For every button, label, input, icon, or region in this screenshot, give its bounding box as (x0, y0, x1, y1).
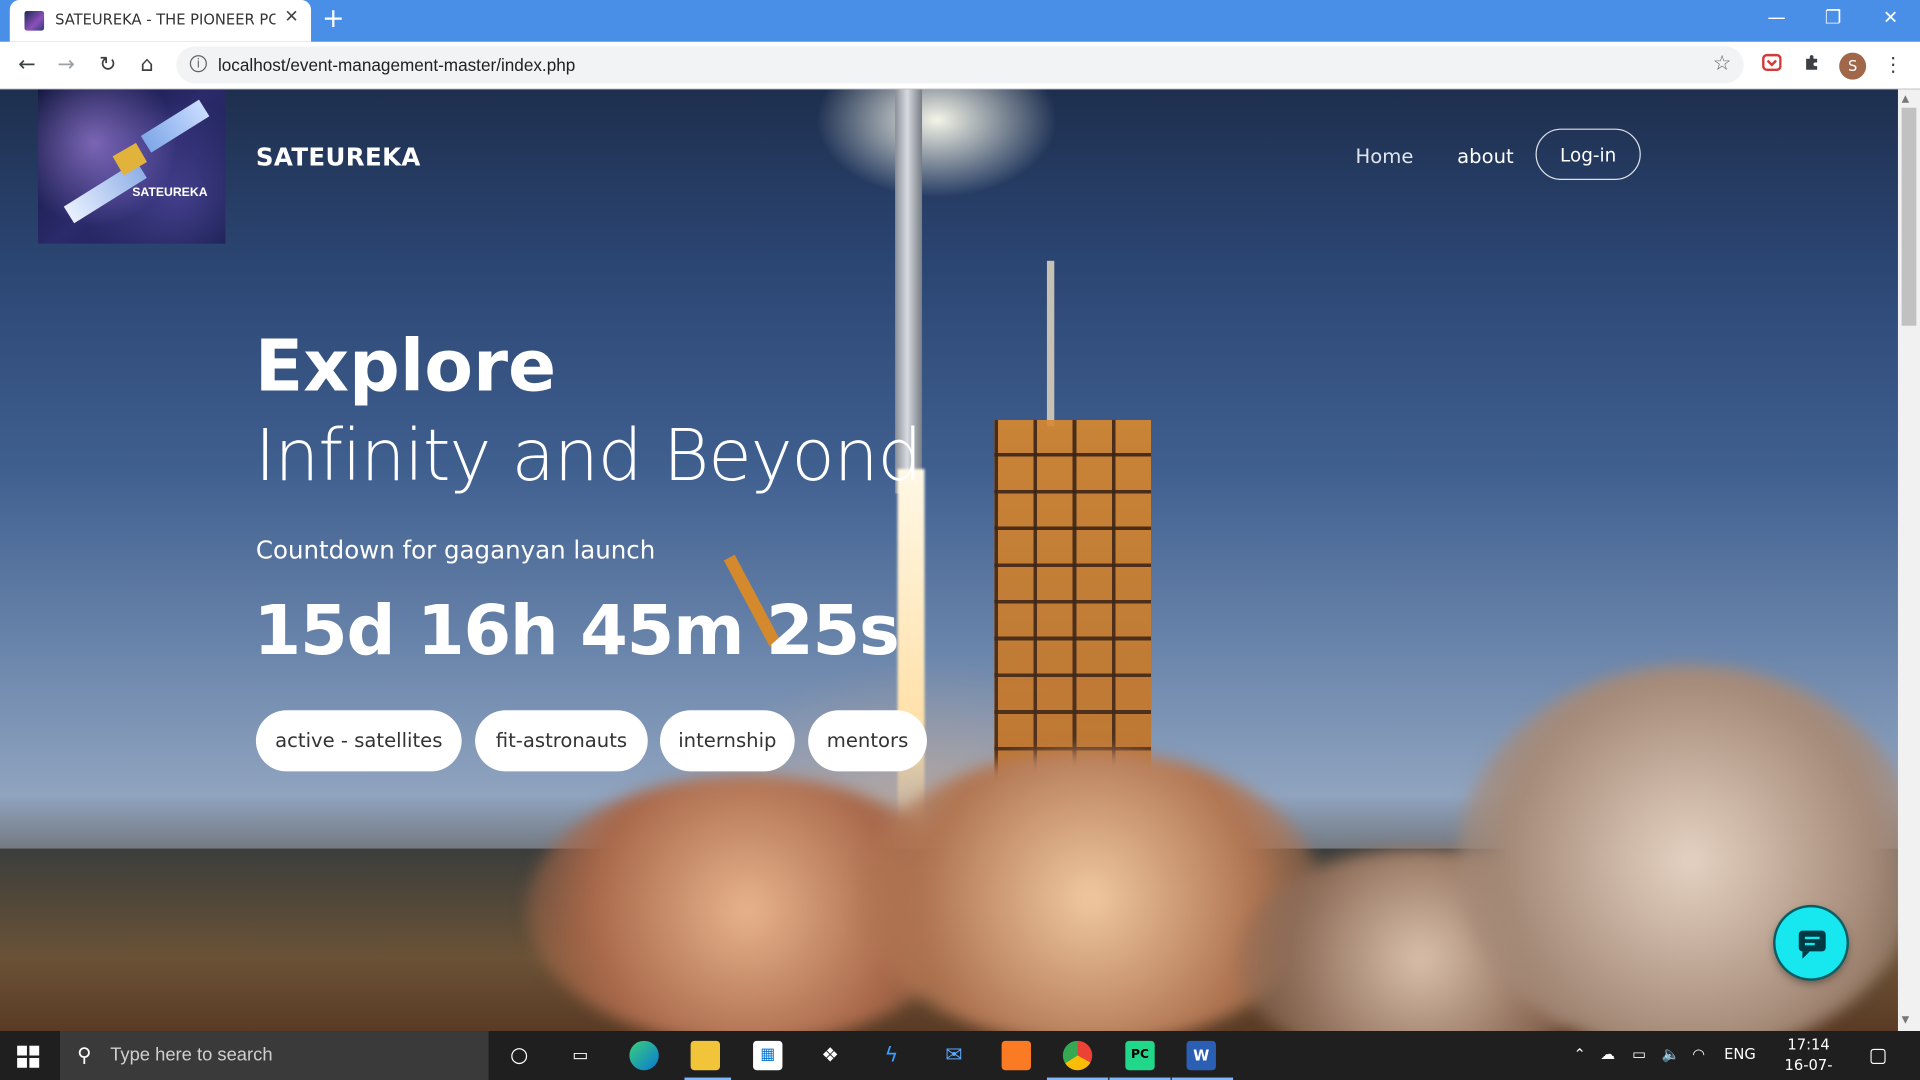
minimize-icon[interactable]: — (1749, 6, 1805, 28)
chat-button[interactable] (1775, 907, 1847, 979)
store-icon[interactable]: ▦ (753, 1040, 783, 1071)
scroll-down-arrow-icon[interactable]: ▼ (1902, 1014, 1910, 1025)
chat-icon-line (1804, 936, 1820, 940)
browser-tab[interactable]: SATEUREKA - THE PIONEER PORTAL ✕ (9, 0, 312, 42)
task-view-icon[interactable]: ▭ (566, 1041, 595, 1070)
pill-internship[interactable]: internship (660, 710, 795, 772)
file-explorer-icon[interactable] (690, 1040, 721, 1071)
notifications-icon[interactable]: ▢ (1869, 1043, 1888, 1066)
pill-mentors[interactable]: mentors (808, 710, 927, 772)
tray-chevron-up-icon[interactable]: ⌃ (1573, 1046, 1585, 1063)
satellite-icon (140, 99, 210, 153)
taskbar-clock[interactable]: 17:14 16-07-2020 (1771, 1035, 1847, 1080)
volume-icon[interactable]: 🔈 (1662, 1046, 1680, 1063)
browser-toolbar: ← → ↻ ⌂ i localhost/event-management-mas… (0, 41, 1920, 90)
home-icon[interactable]: ⌂ (132, 50, 161, 79)
tab-title: SATEUREKA - THE PIONEER PORTAL (55, 11, 275, 29)
onedrive-cloud-icon[interactable]: ☁ (1600, 1046, 1615, 1063)
windows-start-icon[interactable] (17, 1045, 40, 1068)
taskbar-search-input[interactable]: Type here to search (110, 1044, 272, 1065)
bookmark-star-icon[interactable]: ☆ (1713, 51, 1732, 75)
countdown-timer: 15d 16h 45m 25s (253, 591, 899, 672)
vscode-icon[interactable]: ϟ (877, 1041, 906, 1070)
browser-tab-strip: SATEUREKA - THE PIONEER PORTAL ✕ + — ❐ ✕ (0, 0, 1920, 42)
chat-icon (1798, 930, 1826, 959)
address-bar[interactable]: i localhost/event-management-master/inde… (176, 46, 1744, 84)
site-favicon-icon (24, 11, 45, 31)
extensions-puzzle-icon[interactable] (1800, 53, 1824, 77)
brand-name[interactable]: SATEUREKA (256, 142, 421, 171)
chat-icon-line (1804, 942, 1815, 946)
reload-icon[interactable]: ↻ (93, 50, 122, 79)
pill-active-satellites[interactable]: active - satellites (255, 710, 462, 772)
battery-icon[interactable]: ▭ (1632, 1046, 1646, 1063)
profile-avatar[interactable]: S (1839, 52, 1867, 80)
mail-icon[interactable]: ✉ (939, 1041, 968, 1070)
lightning-mast (1046, 260, 1055, 427)
countdown-label: Countdown for gaganyan launch (255, 535, 656, 565)
wifi-icon[interactable]: ◠ (1692, 1046, 1705, 1063)
pill-fit-astronauts[interactable]: fit-astronauts (475, 710, 648, 772)
login-button[interactable]: Log-in (1535, 128, 1641, 181)
hero-section: SATEUREKA SATEUREKA Home about Log-in Ex… (0, 89, 1920, 1032)
forward-icon[interactable]: → (51, 50, 80, 79)
search-icon: ⚲ (77, 1043, 92, 1067)
back-icon[interactable]: ← (12, 50, 41, 79)
site-logo[interactable]: SATEUREKA (37, 89, 226, 244)
pycharm-icon[interactable]: PC (1125, 1040, 1155, 1071)
hero-subheading: Infinity and Beyond (254, 413, 923, 498)
chrome-icon[interactable] (1062, 1040, 1093, 1071)
exhaust-cloud (1457, 664, 1920, 1032)
pocket-extension-icon[interactable] (1760, 53, 1784, 77)
xampp-icon[interactable] (1001, 1040, 1032, 1071)
clock-date: 16-07-2020 (1784, 1056, 1833, 1080)
nav-home-link[interactable]: Home (1356, 144, 1414, 167)
rocket-plume (897, 468, 925, 837)
word-icon[interactable]: W (1186, 1040, 1216, 1071)
cortana-icon[interactable]: ○ (504, 1041, 533, 1070)
url-text[interactable]: localhost/event-management-master/index.… (218, 55, 575, 75)
clock-time: 17:14 (1787, 1035, 1830, 1054)
window-close-icon[interactable]: ✕ (1862, 6, 1918, 28)
scroll-up-arrow-icon[interactable]: ▲ (1902, 93, 1910, 104)
menu-kebab-icon[interactable]: ⋮ (1881, 53, 1905, 77)
close-icon[interactable]: ✕ (284, 7, 298, 27)
scrollbar-thumb[interactable] (1901, 107, 1917, 326)
plus-icon[interactable]: + (322, 4, 345, 35)
language-indicator[interactable]: ENG (1724, 1046, 1756, 1063)
nav-about-link[interactable]: about (1457, 144, 1514, 167)
taskbar-search[interactable]: ⚲ Type here to search (60, 1031, 489, 1080)
logo-text: SATEUREKA (132, 186, 208, 200)
dropbox-icon[interactable]: ❖ (816, 1041, 845, 1070)
restore-icon[interactable]: ❐ (1805, 6, 1861, 28)
hero-heading: Explore (254, 324, 557, 408)
windows-taskbar: ⚲ Type here to search ○ ▭ ▦ ❖ ϟ ✉ PC W ⌃… (0, 1031, 1920, 1080)
site-info-icon[interactable]: i (189, 55, 207, 73)
edge-browser-icon[interactable] (629, 1040, 659, 1071)
